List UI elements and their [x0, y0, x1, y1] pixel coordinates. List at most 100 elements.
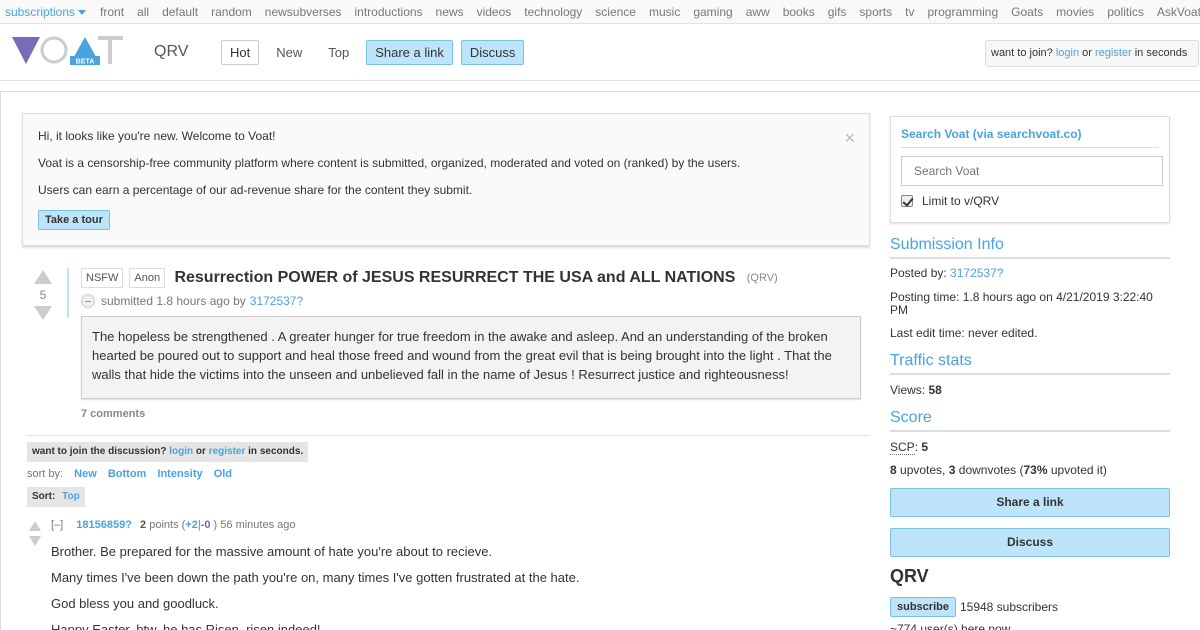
comment-points-label: points ( [149, 519, 186, 531]
share-link-button[interactable]: Share a link [366, 40, 453, 65]
topnav-link[interactable]: AskVoat [1157, 5, 1200, 19]
topnav-link[interactable]: news [436, 5, 464, 19]
posted-by-label: Posted by: [890, 266, 947, 280]
topnav-link[interactable]: politics [1107, 5, 1144, 19]
collapse-icon[interactable] [81, 294, 95, 308]
views: Views: 58 [890, 384, 1170, 397]
sort-bottom[interactable]: Bottom [108, 468, 147, 480]
topnav-link[interactable]: videos [477, 5, 512, 19]
sortby-label: sort by: [27, 468, 64, 480]
comment-upvote-icon[interactable] [29, 521, 41, 531]
topnav-link[interactable]: introductions [355, 5, 423, 19]
scp-line: SCP: 5 [890, 440, 1170, 455]
posted-by-link[interactable]: 3172537? [950, 266, 1003, 280]
views-count: 58 [928, 383, 942, 397]
comments-link[interactable]: 7 comments [81, 408, 871, 420]
traffic-stats-heading: Traffic stats [890, 352, 1170, 375]
join-prefix: want to join? [991, 47, 1053, 59]
comment-body: Brother. Be prepared for the massive amo… [51, 544, 579, 630]
comment-line: Many times I've been down the path you'r… [51, 570, 580, 585]
tab-top[interactable]: Top [319, 40, 358, 65]
register-link[interactable]: register [1095, 47, 1132, 59]
posted-by: Posted by: 3172537? [890, 267, 1170, 280]
topnav-link[interactable]: random [211, 5, 252, 19]
topnav-link[interactable]: Goats [1011, 5, 1043, 19]
subverse-name[interactable]: QRV [154, 43, 188, 61]
join-discussion-suffix: in seconds. [248, 446, 304, 457]
upvote-arrow-icon[interactable] [34, 270, 52, 284]
search-title: Search Voat (via searchvoat.co) [901, 127, 1159, 148]
vote-summary: 8 upvotes, 3 downvotes (73% upvoted it) [890, 464, 1170, 477]
comment-upvotes: +2 [185, 519, 198, 531]
post-author-link[interactable]: 3172537? [250, 294, 303, 308]
voat-logo[interactable]: BETA [10, 34, 125, 68]
discussion-register-link[interactable]: register [209, 446, 246, 457]
comment-vote-box [29, 521, 41, 546]
subscribe-button[interactable]: subscribe [890, 597, 956, 617]
sidebar-share-link-button[interactable]: Share a link [890, 488, 1170, 517]
downvotes-label: downvotes ( [958, 463, 1024, 477]
comment-line: Brother. Be prepared for the massive amo… [51, 544, 493, 559]
downvote-arrow-icon[interactable] [34, 306, 52, 320]
discuss-button[interactable]: Discuss [460, 40, 525, 65]
comment-time: 56 minutes ago [220, 519, 296, 531]
topnav-link[interactable]: tv [905, 5, 914, 19]
topnav-link[interactable]: music [649, 5, 680, 19]
welcome-banner: × Hi, it looks like you're new. Welcome … [22, 113, 870, 246]
upvotes-label: upvotes, [900, 463, 946, 477]
topnav-link[interactable]: all [137, 5, 149, 19]
topnav-link[interactable]: books [783, 5, 815, 19]
sort-intensity[interactable]: Intensity [157, 468, 202, 480]
limit-checkbox[interactable] [901, 195, 913, 207]
welcome-line-3: Users can earn a percentage of our ad-re… [38, 183, 473, 197]
post-domain[interactable]: (QRV) [747, 272, 778, 284]
discussion-login-link[interactable]: login [169, 446, 193, 457]
topnav-link[interactable]: technology [524, 5, 582, 19]
upvote-percent-label: upvoted it) [1050, 463, 1107, 477]
comment-downvote-icon[interactable] [29, 536, 41, 546]
topnav-link[interactable]: sports [859, 5, 892, 19]
chevron-down-icon [78, 9, 87, 15]
scp-label: SCP [890, 440, 915, 455]
search-input[interactable] [901, 156, 1163, 186]
login-link[interactable]: login [1056, 47, 1079, 59]
topnav-link[interactable]: movies [1056, 5, 1094, 19]
anon-tag: Anon [129, 268, 166, 288]
join-box: want to join? login or register in secon… [985, 40, 1199, 67]
close-icon[interactable]: × [844, 128, 855, 149]
topnav-link[interactable]: aww [746, 5, 770, 19]
comment-collapse-button[interactable]: [–] [51, 519, 63, 531]
sort-old[interactable]: Old [214, 468, 232, 480]
current-sort: Sort: Top [27, 487, 85, 507]
sidebar-discuss-button[interactable]: Discuss [890, 528, 1170, 557]
welcome-line-2: Voat is a censorship-free community plat… [38, 156, 741, 170]
tab-new[interactable]: New [267, 40, 311, 65]
join-discussion-or: or [195, 446, 206, 457]
topnav-link[interactable]: programming [927, 5, 998, 19]
topnav-link[interactable]: gaming [693, 5, 732, 19]
top-subverse-bar: subscriptions front all default random newsu… [0, 0, 1200, 24]
submitted-text: submitted 1.8 hours ago by [101, 294, 246, 308]
sort-new[interactable]: New [74, 468, 97, 480]
limit-label: Limit to v/QRV [922, 194, 1000, 208]
logo-beta-text: BETA [76, 59, 95, 66]
join-discussion-box: want to join the discussion? login or re… [27, 442, 309, 462]
comment-author-link[interactable]: 18156859? [76, 519, 132, 531]
join-or: or [1082, 47, 1092, 59]
post-accent-bar [67, 268, 69, 318]
sort-tabs: Hot New Top Share a link Discuss [221, 40, 532, 65]
post-body: The hopeless be strengthened . A greater… [81, 316, 861, 399]
topnav-link[interactable]: default [162, 5, 198, 19]
subscriptions-dropdown[interactable]: subscriptions [5, 5, 87, 19]
upvote-percent: 73% [1023, 463, 1048, 477]
take-tour-button[interactable]: Take a tour [38, 210, 110, 230]
limit-row: Limit to v/QRV [901, 194, 1159, 208]
topnav-link[interactable]: front [100, 5, 124, 19]
topnav-link[interactable]: science [595, 5, 636, 19]
topnav-link[interactable]: gifs [828, 5, 847, 19]
post-title[interactable]: Resurrection POWER of JESUS RESURRECT TH… [174, 269, 735, 286]
topnav-link[interactable]: newsubverses [265, 5, 342, 19]
subscribe-row: subscribe 15948 subscribers [890, 597, 1058, 617]
tab-hot[interactable]: Hot [221, 40, 260, 65]
sort-top[interactable]: Top [62, 491, 80, 502]
